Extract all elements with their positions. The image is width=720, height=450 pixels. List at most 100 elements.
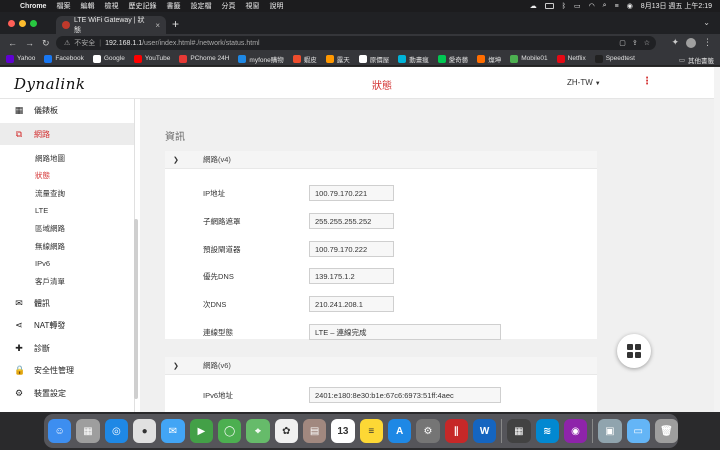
bookmark-tkec[interactable]: 燦坤 <box>477 54 501 64</box>
forward-icon[interactable]: → <box>25 38 34 49</box>
bluetooth-icon[interactable]: ᛒ <box>562 3 566 10</box>
dock-calculator-icon[interactable]: ▦ <box>507 419 531 443</box>
sidebar-item-nat[interactable]: ⋖ NAT轉發 <box>0 314 134 336</box>
dock-photos-icon[interactable]: ✿ <box>274 419 298 443</box>
profile-avatar[interactable] <box>686 37 696 48</box>
language-select[interactable]: ZH-TW ▼ <box>567 78 601 87</box>
dock-folder-icon[interactable]: ▭ <box>626 419 650 443</box>
menubar-file[interactable]: 檔案 <box>56 1 70 11</box>
more-options-icon[interactable]: ⋮ <box>642 76 652 87</box>
close-window-icon[interactable] <box>8 20 15 27</box>
sidebar-sub-wireless[interactable]: 無線網路 <box>35 241 65 252</box>
menubar-profiles[interactable]: 設定檔 <box>190 1 211 11</box>
tab-search-icon[interactable]: ⌄ <box>703 18 710 27</box>
sidebar-sub-status[interactable]: 狀態 <box>35 170 50 181</box>
wifi-icon[interactable]: ◠ <box>589 2 595 10</box>
bookmark-gamer[interactable]: 動畫瘋 <box>398 54 429 64</box>
bookmark-netflix[interactable]: Netflix <box>556 54 586 63</box>
new-tab-button[interactable]: + <box>172 17 179 31</box>
dock-wifi-explorer-icon[interactable]: ≋ <box>535 419 559 443</box>
apps-grid-button[interactable] <box>617 334 651 368</box>
sidebar-item-network[interactable]: ⧉ 網路 <box>0 123 134 145</box>
dock-app-store-icon[interactable]: A <box>387 419 412 443</box>
bookmark-youtube[interactable]: YouTube <box>133 54 170 63</box>
dock-calendar-icon[interactable]: 13 <box>331 419 355 443</box>
minimize-window-icon[interactable] <box>19 20 26 27</box>
extensions-icon[interactable]: ✦ <box>671 37 679 48</box>
dock-parallels-icon[interactable]: ∥ <box>444 419 468 443</box>
menubar-edit[interactable]: 編輯 <box>80 1 94 11</box>
dock-notes-contacts-icon[interactable]: ▤ <box>302 419 327 443</box>
battery-icon[interactable]: ▭ <box>574 2 581 10</box>
chevron-down-icon[interactable]: ❯ <box>173 156 187 164</box>
menubar-history[interactable]: 歷史記錄 <box>128 1 156 11</box>
sidebar-item-device-settings[interactable]: ⚙ 裝置設定 <box>0 382 134 404</box>
sidebar-sub-ipv6[interactable]: IPv6 <box>35 259 50 268</box>
tab-close-icon[interactable]: × <box>155 21 160 30</box>
search-icon[interactable]: ⌕ <box>603 2 607 10</box>
sidebar-sub-network-map[interactable]: 網路地圖 <box>35 153 65 164</box>
share-page-icon[interactable]: ⇪ <box>632 39 638 47</box>
bookmark-myfone[interactable]: myfone購物 <box>238 54 284 64</box>
dock-chrome-icon[interactable]: ● <box>132 419 157 443</box>
sidebar-sub-lan[interactable]: 區域網路 <box>35 223 65 234</box>
bookmark-coolpc[interactable]: 原價屋 <box>358 54 389 64</box>
ipv6-card-header[interactable]: ❯ 網路(v6) <box>165 357 597 375</box>
other-bookmarks[interactable]: ▭ 其他書籤 <box>679 55 714 65</box>
dock-podcasts-icon[interactable]: ◉ <box>563 419 588 443</box>
dock-notes-icon[interactable]: ≡ <box>359 419 383 443</box>
menubar-tab[interactable]: 分頁 <box>221 1 235 11</box>
reload-icon[interactable]: ↻ <box>42 38 50 49</box>
menubar-app-name[interactable]: Chrome <box>20 3 46 10</box>
menubar-help[interactable]: 說明 <box>269 1 283 11</box>
siri-icon[interactable]: ◉ <box>627 2 633 10</box>
back-icon[interactable]: ← <box>8 38 17 49</box>
dock-mail-icon[interactable]: ✉ <box>161 419 185 443</box>
display-icon[interactable] <box>544 3 554 9</box>
install-icon[interactable]: ▢ <box>619 39 626 47</box>
bookmark-facebook[interactable]: Facebook <box>44 54 84 63</box>
sidebar-item-sms[interactable]: ✉ 體訊 <box>0 292 134 314</box>
dock-finder-icon[interactable]: ☺ <box>48 419 72 443</box>
dynalink-logo[interactable]: Dynalink <box>14 75 85 93</box>
dock-messages-icon[interactable]: ◯ <box>217 419 242 443</box>
bookmark-mobile01[interactable]: Mobile01 <box>510 54 548 63</box>
sidebar-item-dashboard[interactable]: ▦ 儀錶板 <box>0 99 134 121</box>
menubar-view[interactable]: 檢視 <box>104 1 118 11</box>
menubar-clock[interactable]: 8月13日 週五 上午2:19 <box>641 1 712 11</box>
dock-maps-icon[interactable]: ⌖ <box>246 419 270 443</box>
sidebar-scrollbar[interactable] <box>134 219 138 399</box>
dock-trash-icon[interactable]: 🗑 <box>654 419 679 443</box>
address-bar[interactable]: ⚠ 不安全 | 192.168.1.1/user/index.html#./ne… <box>56 36 656 50</box>
dock-safari-icon[interactable]: ◎ <box>104 419 128 443</box>
dock-word-icon[interactable]: W <box>472 419 497 443</box>
page-scrollbar[interactable] <box>714 67 720 412</box>
sidebar-sub-traffic[interactable]: 流量查詢 <box>35 188 65 199</box>
cloud-icon[interactable]: ☁ <box>530 2 537 10</box>
browser-tab[interactable]: LTE WiFi Gateway | 狀態 × <box>56 16 166 34</box>
bookmark-star-icon[interactable]: ☆ <box>644 39 650 47</box>
chevron-down-icon[interactable]: ❯ <box>173 362 187 370</box>
dock-launchpad-icon[interactable]: ▦ <box>76 419 100 443</box>
bookmark-speedtest[interactable]: Speedtest <box>594 54 635 63</box>
menubar-bookmarks[interactable]: 書籤 <box>166 1 180 11</box>
sidebar-sub-clients[interactable]: 客戶清單 <box>35 276 65 287</box>
menubar-window[interactable]: 視窗 <box>245 1 259 11</box>
dock-system-preferences-icon[interactable]: ⚙ <box>416 419 440 443</box>
control-center-icon[interactable]: ≡ <box>615 3 619 10</box>
bookmark-iqiyi[interactable]: 愛奇藝 <box>437 54 468 64</box>
bookmark-yahoo[interactable]: Yahoo <box>6 54 35 63</box>
bookmark-pchome[interactable]: PChome 24H <box>179 54 229 63</box>
zoom-window-icon[interactable] <box>30 20 37 27</box>
bookmark-ruten[interactable]: 露天 <box>325 54 350 64</box>
bookmark-google[interactable]: Google <box>92 54 125 63</box>
ipv4-card-header[interactable]: ❯ 網路(v4) <box>165 151 597 169</box>
sidebar-sub-lte[interactable]: LTE <box>35 206 48 215</box>
sidebar-item-diagnostics[interactable]: ✚ 診斷 <box>0 337 134 359</box>
tab-favicon-icon <box>62 21 70 29</box>
sidebar-item-security[interactable]: 🔒 安全性管理 <box>0 359 134 381</box>
dock-facetime-icon[interactable]: ▶ <box>189 419 213 443</box>
bookmark-shopee[interactable]: 蝦皮 <box>292 54 317 64</box>
dock-preview-icon[interactable]: ▣ <box>598 419 622 443</box>
chrome-menu-icon[interactable]: ⋮ <box>703 37 712 48</box>
